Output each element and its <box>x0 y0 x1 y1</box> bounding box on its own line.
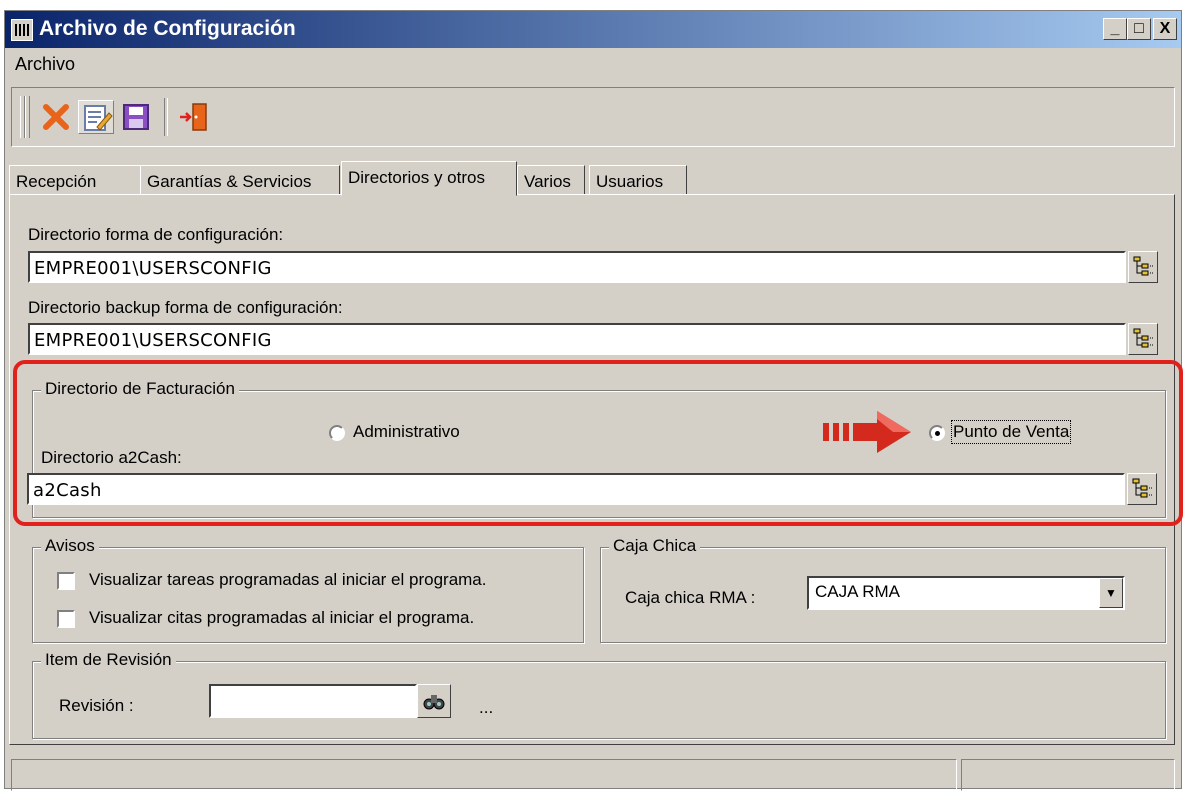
caja-chica-group: Caja Chica Caja chica RMA : CAJA RMA ▼ <box>600 536 1166 643</box>
tab-garantias-servicios[interactable]: Garantías & Servicios <box>140 165 340 195</box>
status-panel-main <box>11 759 957 791</box>
caja-chica-label: Caja chica RMA : <box>625 588 756 607</box>
close-button[interactable]: X <box>1153 18 1177 40</box>
tab-varios[interactable]: Varios <box>517 165 585 195</box>
revision-label: Revisión : <box>59 696 134 715</box>
caja-chica-selected-value: CAJA RMA <box>815 582 901 601</box>
avisos-group: Avisos Visualizar tareas programadas al … <box>32 536 584 643</box>
revision-input[interactable] <box>209 684 417 718</box>
title-bar: Archivo de Configuración _ □ X <box>5 11 1181 48</box>
menu-bar: Archivo <box>5 48 1181 78</box>
menu-archivo[interactable]: Archivo <box>15 54 75 75</box>
highlight-box <box>13 360 1183 526</box>
tab-usuarios[interactable]: Usuarios <box>589 165 687 195</box>
config-dir-label: Directorio forma de configuración: <box>28 225 284 244</box>
binoculars-icon <box>423 695 445 710</box>
status-panel-secondary <box>961 759 1175 791</box>
toolbar-grip <box>25 96 30 138</box>
toolbar <box>11 87 1175 147</box>
tasks-checkbox-label: Visualizar tareas programadas al iniciar… <box>89 570 487 589</box>
exit-icon[interactable] <box>176 100 212 134</box>
appointments-checkbox-label: Visualizar citas programadas al iniciar … <box>89 608 475 627</box>
dropdown-arrow-icon[interactable]: ▼ <box>1099 578 1123 608</box>
tasks-checkbox[interactable] <box>57 572 75 590</box>
delete-icon[interactable] <box>38 100 74 134</box>
revision-group: Item de Revisión Revisión : ... <box>32 650 1166 739</box>
minimize-button[interactable]: _ <box>1103 18 1127 40</box>
app-icon <box>11 19 33 41</box>
config-dir-input[interactable]: EMPRE001\USERSCONFIG <box>28 251 1126 283</box>
browse-config-dir-button[interactable] <box>1128 251 1158 283</box>
folder-tree-icon <box>1133 328 1154 348</box>
revision-ellipsis: ... <box>479 698 494 717</box>
backup-dir-label: Directorio backup forma de configuración… <box>28 298 343 317</box>
folder-tree-icon <box>1133 256 1154 276</box>
avisos-legend: Avisos <box>41 536 99 556</box>
toolbar-separator <box>164 98 168 136</box>
search-revision-button[interactable] <box>417 684 451 718</box>
browse-backup-dir-button[interactable] <box>1128 323 1158 355</box>
window-title: Archivo de Configuración <box>39 17 296 40</box>
appointments-checkbox[interactable] <box>57 610 75 628</box>
backup-dir-input[interactable]: EMPRE001\USERSCONFIG <box>28 323 1126 355</box>
caja-chica-legend: Caja Chica <box>609 536 701 556</box>
tab-recepcion[interactable]: Recepción <box>9 165 141 195</box>
edit-icon[interactable] <box>78 100 114 134</box>
maximize-button[interactable]: □ <box>1127 18 1151 40</box>
caja-chica-select[interactable]: CAJA RMA ▼ <box>807 576 1125 610</box>
save-icon[interactable] <box>118 100 154 134</box>
revision-legend: Item de Revisión <box>41 650 176 670</box>
tab-directorios-otros[interactable]: Directorios y otros <box>341 161 517 196</box>
